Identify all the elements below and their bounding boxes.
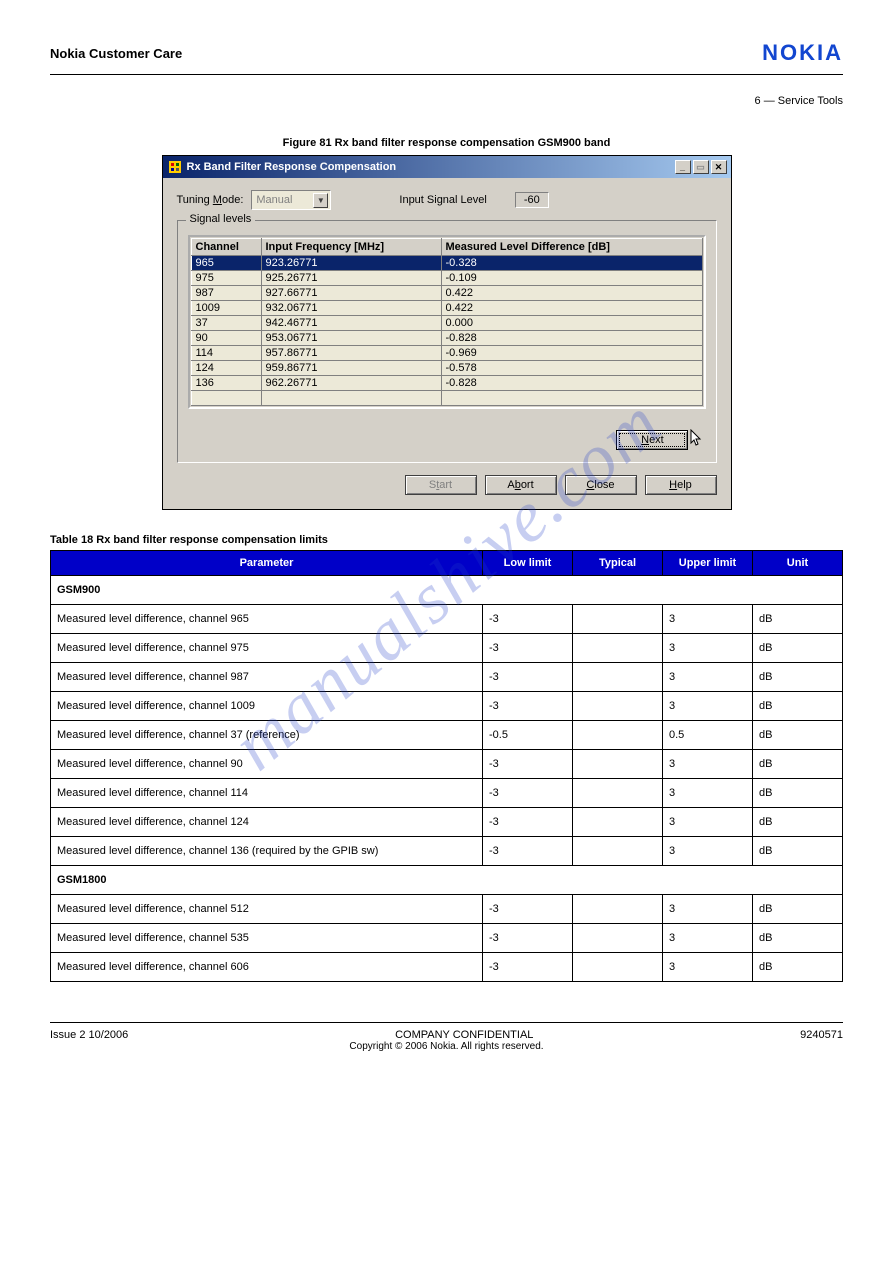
footer-left: Issue 2 10/2006 — [50, 1029, 128, 1041]
section-row: GSM1800 — [51, 866, 843, 895]
table-row: Measured level difference, channel 37 (r… — [51, 721, 843, 750]
tuning-mode-label: Tuning Mode: — [177, 194, 244, 206]
window-controls: _ ▭ ✕ — [675, 160, 727, 174]
close-button[interactable]: ✕ — [711, 160, 727, 174]
table-row[interactable]: 975925.26771-0.109 — [191, 271, 702, 286]
titlebar[interactable]: Rx Band Filter Response Compensation _ ▭… — [163, 156, 731, 178]
table-caption: Table 18 Rx band filter response compens… — [50, 534, 843, 546]
table-row: Measured level difference, channel 975-3… — [51, 634, 843, 663]
tuning-mode-value: Manual — [256, 194, 292, 206]
table-row: Measured level difference, channel 535-3… — [51, 924, 843, 953]
tuning-mode-combo[interactable]: Manual ▼ — [251, 190, 331, 210]
table-row: Measured level difference, channel 114-3… — [51, 779, 843, 808]
next-button[interactable]: Next — [616, 430, 688, 450]
page-footer: Issue 2 10/2006 COMPANY CONFIDENTIAL 924… — [50, 1023, 843, 1041]
spec-col-typ: Typical — [573, 551, 663, 576]
footer-center: COMPANY CONFIDENTIAL — [128, 1029, 800, 1041]
figure-caption: Figure 81 Rx band filter response compen… — [50, 137, 843, 149]
close-dialog-button[interactable]: Close — [565, 475, 637, 495]
abort-button[interactable]: Abort — [485, 475, 557, 495]
dialog-button-row: Start Abort Close Help — [177, 475, 717, 495]
spec-col-low: Low limit — [483, 551, 573, 576]
spec-col-unit: Unit — [753, 551, 843, 576]
col-channel[interactable]: Channel — [191, 239, 261, 256]
table-row[interactable]: 987927.667710.422 — [191, 286, 702, 301]
page-header: Nokia Customer Care NOKIA — [50, 40, 843, 75]
table-row[interactable]: 136962.26771-0.828 — [191, 376, 702, 391]
table-row[interactable]: 124959.86771-0.578 — [191, 361, 702, 376]
copyright: Copyright © 2006 Nokia. All rights reser… — [50, 1041, 843, 1052]
brand-logo: NOKIA — [762, 40, 843, 66]
spec-table: Parameter Low limit Typical Upper limit … — [50, 550, 843, 982]
table-row: Measured level difference, channel 965-3… — [51, 605, 843, 634]
maximize-button: ▭ — [693, 160, 709, 174]
help-button[interactable]: Help — [645, 475, 717, 495]
spec-col-upper: Upper limit — [663, 551, 753, 576]
table-row: Measured level difference, channel 124-3… — [51, 808, 843, 837]
start-button: Start — [405, 475, 477, 495]
footer-right: 9240571 — [800, 1029, 843, 1041]
table-row[interactable]: 114957.86771-0.969 — [191, 346, 702, 361]
section-subhead: 6 — Service Tools — [50, 95, 843, 107]
signal-levels-group: Signal levels Channel Input Frequency [M… — [177, 220, 717, 463]
input-signal-label: Input Signal Level — [399, 194, 486, 206]
subhead-text: 6 — Service Tools — [755, 95, 843, 107]
table-row — [191, 391, 702, 406]
table-row: Measured level difference, channel 136 (… — [51, 837, 843, 866]
table-row[interactable]: 965923.26771-0.328 — [191, 256, 702, 271]
chevron-down-icon[interactable]: ▼ — [313, 193, 328, 208]
table-row: Measured level difference, channel 606-3… — [51, 953, 843, 982]
cursor-icon — [690, 429, 704, 450]
table-row: Measured level difference, channel 1009-… — [51, 692, 843, 721]
input-signal-value: -60 — [515, 192, 549, 208]
table-row[interactable]: 90953.06771-0.828 — [191, 331, 702, 346]
app-icon — [167, 159, 183, 175]
table-row[interactable]: 37942.467710.000 — [191, 316, 702, 331]
window-title: Rx Band Filter Response Compensation — [187, 161, 397, 173]
spec-col-param: Parameter — [51, 551, 483, 576]
group-label: Signal levels — [186, 213, 256, 225]
table-row: Measured level difference, channel 90-33… — [51, 750, 843, 779]
col-diff[interactable]: Measured Level Difference [dB] — [441, 239, 702, 256]
dialog-window: Rx Band Filter Response Compensation _ ▭… — [162, 155, 732, 510]
table-row[interactable]: 1009932.067710.422 — [191, 301, 702, 316]
table-row: Measured level difference, channel 987-3… — [51, 663, 843, 692]
doc-title: Nokia Customer Care — [50, 46, 182, 61]
table-row: Measured level difference, channel 512-3… — [51, 895, 843, 924]
minimize-button[interactable]: _ — [675, 160, 691, 174]
signal-levels-table[interactable]: Channel Input Frequency [MHz] Measured L… — [191, 238, 703, 406]
col-frequency[interactable]: Input Frequency [MHz] — [261, 239, 441, 256]
section-row: GSM900 — [51, 576, 843, 605]
